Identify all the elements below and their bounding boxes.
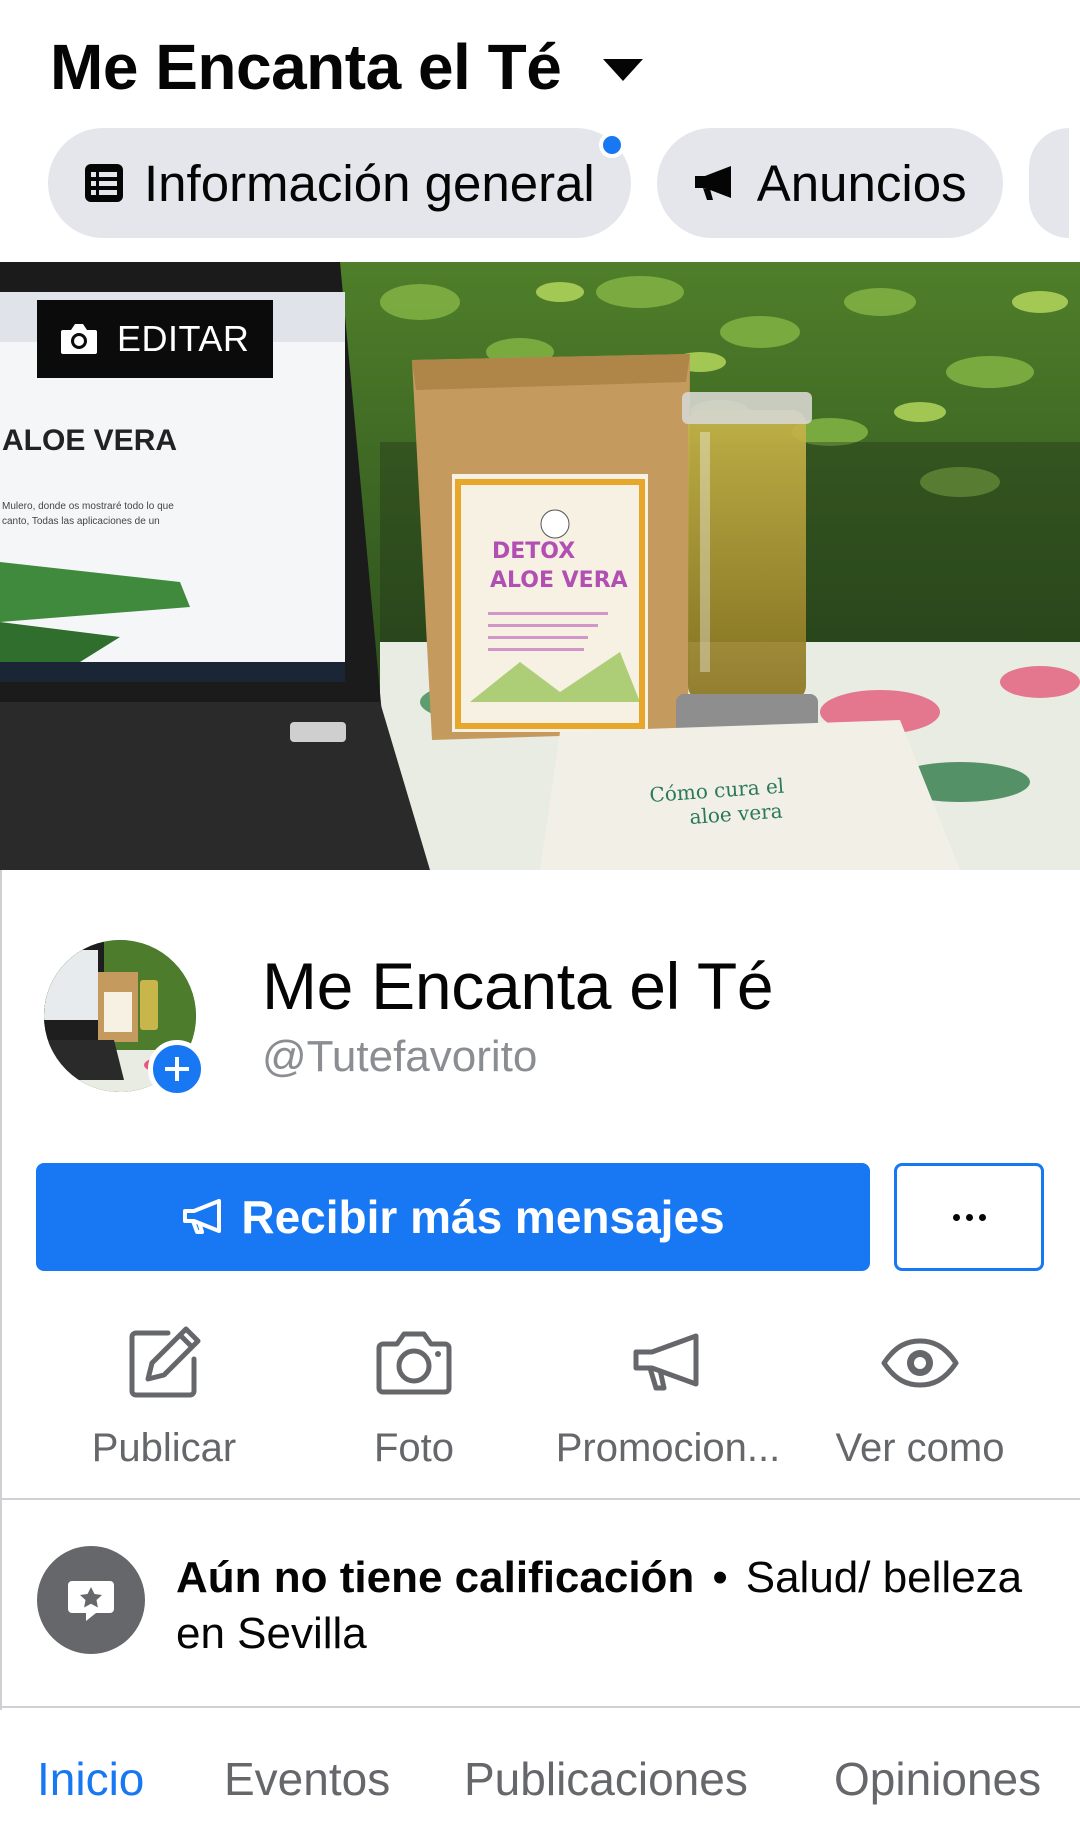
page-tabs: Inicio Eventos Publicaciones Opiniones <box>0 1710 1080 1829</box>
tab-opiniones[interactable]: Opiniones <box>834 1752 1041 1806</box>
svg-text:canto, Todas las aplicaciones: canto, Todas las aplicaciones de un <box>2 516 160 527</box>
list-icon <box>84 163 124 203</box>
chip-more[interactable] <box>1028 128 1069 238</box>
action-label: Promocion... <box>555 1426 781 1470</box>
page-name: Me Encanta el Té <box>262 949 774 1023</box>
action-label: Ver como <box>835 1426 1005 1470</box>
action-promocionar[interactable]: Promocion... <box>538 1318 798 1471</box>
review-icon <box>37 1546 145 1654</box>
profile-section: Me Encanta el Té @Tutefavorito <box>0 870 1080 1130</box>
edit-cover-button[interactable]: EDITAR <box>37 300 274 378</box>
divider <box>0 1706 1080 1708</box>
chip-label: Información general <box>144 154 595 212</box>
action-label: Publicar <box>91 1426 237 1470</box>
megaphone-icon <box>181 1197 225 1237</box>
primary-button-label: Recibir más mensajes <box>241 1191 725 1243</box>
package-title-2: ALOE VERA <box>490 568 628 593</box>
page-handle: @Tutefavorito <box>262 1032 538 1081</box>
camera-icon <box>284 1318 544 1408</box>
megaphone-icon <box>693 163 737 203</box>
chip-anuncios[interactable]: Anuncios <box>656 128 1003 238</box>
svg-text:Mulero, donde os mostraré todo: Mulero, donde os mostraré todo lo que <box>2 501 174 512</box>
page-header: Me Encanta el Té Información general Anu… <box>0 0 1080 262</box>
action-row: Publicar Foto Promocion... Ver como <box>0 1318 1080 1478</box>
more-options-button[interactable] <box>894 1163 1044 1271</box>
add-photo-button[interactable] <box>148 1040 206 1098</box>
tab-eventos[interactable]: Eventos <box>224 1752 390 1806</box>
cover-photo[interactable]: ALOE VERA Mulero, donde os mostraré todo… <box>0 262 1080 870</box>
action-foto[interactable]: Foto <box>284 1318 544 1471</box>
tab-publicaciones[interactable]: Publicaciones <box>464 1752 748 1806</box>
action-ver-como[interactable]: Ver como <box>790 1318 1050 1471</box>
notification-dot <box>598 132 625 158</box>
rating-row[interactable]: Aún no tiene calificación • Salud/ belleza… <box>0 1500 1080 1700</box>
page-title: Me Encanta el Té <box>50 31 562 103</box>
chip-bar: Información general Anuncios <box>48 128 1069 238</box>
get-more-messages-button[interactable]: Recibir más mensajes <box>36 1163 870 1271</box>
package-title-1: DETOX <box>492 539 575 564</box>
laptop-heading: ALOE VERA <box>2 424 177 457</box>
page-switcher[interactable]: Me Encanta el Té <box>50 30 644 104</box>
rating-text: Aún no tiene calificación • Salud/ belleza… <box>176 1550 1036 1662</box>
action-publicar[interactable]: Publicar <box>34 1318 294 1471</box>
camera-icon <box>59 322 99 356</box>
tab-inicio[interactable]: Inicio <box>37 1752 144 1806</box>
rating-status: Aún no tiene calificación <box>176 1553 695 1602</box>
edit-cover-label: EDITAR <box>117 318 250 359</box>
caret-down-icon <box>603 59 644 81</box>
plus-icon <box>165 1057 189 1081</box>
megaphone-icon <box>538 1318 798 1408</box>
primary-actions: Recibir más mensajes <box>36 1163 1044 1273</box>
eye-icon <box>790 1318 1050 1408</box>
chip-label: Anuncios <box>756 154 967 212</box>
chip-informacion-general[interactable]: Información general <box>48 128 631 238</box>
separator: • <box>712 1553 728 1602</box>
edit-icon <box>34 1318 294 1408</box>
action-label: Foto <box>373 1426 455 1470</box>
